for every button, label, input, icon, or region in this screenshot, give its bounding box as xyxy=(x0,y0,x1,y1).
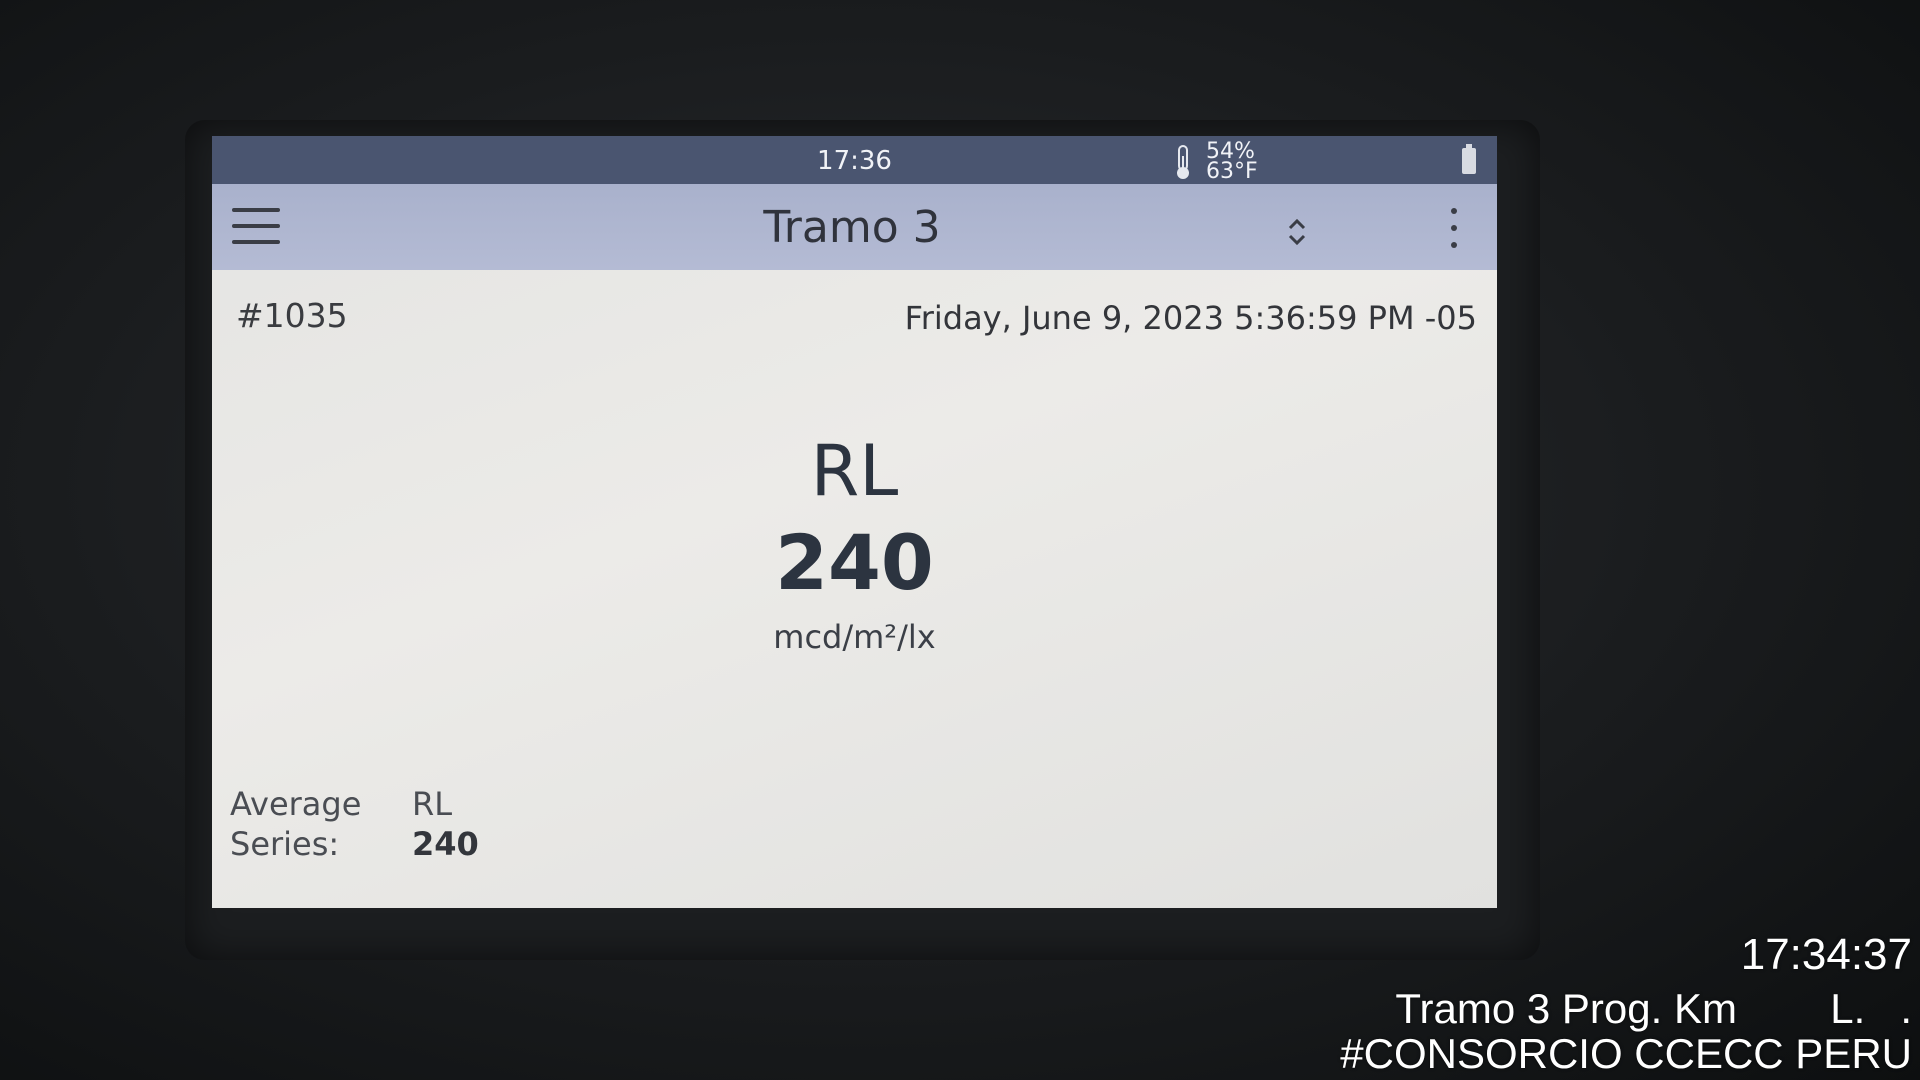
average-metric: RL xyxy=(412,785,453,823)
battery-icon xyxy=(1462,144,1476,174)
menu-icon[interactable] xyxy=(232,204,284,250)
series-label: Series: xyxy=(230,825,340,863)
page-title: Tramo 3 xyxy=(763,202,941,253)
more-options-icon[interactable] xyxy=(1444,208,1464,264)
status-bar: 17:36 54% 63°F xyxy=(212,136,1497,184)
measurement-display: RL 240 mcd/m²/lx xyxy=(212,431,1497,657)
measurement-unit: mcd/m²/lx xyxy=(773,618,936,656)
photo-organization: #CONSORCIO CCECC PERU xyxy=(1340,1030,1912,1077)
photo-location: Tramo 3 Prog. Km L. . xyxy=(1395,985,1912,1032)
record-timestamp: Friday, June 9, 2023 5:36:59 PM -05 xyxy=(904,299,1477,337)
measurement-value: 240 xyxy=(775,518,934,607)
measurement-label: RL xyxy=(810,430,899,512)
average-label: Average xyxy=(230,785,362,823)
photo-timestamp: 17:34:37 xyxy=(1740,930,1912,979)
environment-readout: 54% 63°F xyxy=(1172,140,1282,184)
device-screen: 17:36 54% 63°F Tramo 3 #1035 Friday, Jun… xyxy=(212,136,1497,908)
app-bar: Tramo 3 xyxy=(212,184,1497,270)
status-time: 17:36 xyxy=(817,146,892,176)
record-id: #1035 xyxy=(236,296,348,335)
average-value: 240 xyxy=(412,825,479,863)
thermometer-icon xyxy=(1177,145,1189,179)
series-average: Average RL Series: 240 xyxy=(230,784,510,864)
temperature-value: 63°F xyxy=(1206,159,1258,184)
sort-icon[interactable] xyxy=(1282,212,1312,252)
